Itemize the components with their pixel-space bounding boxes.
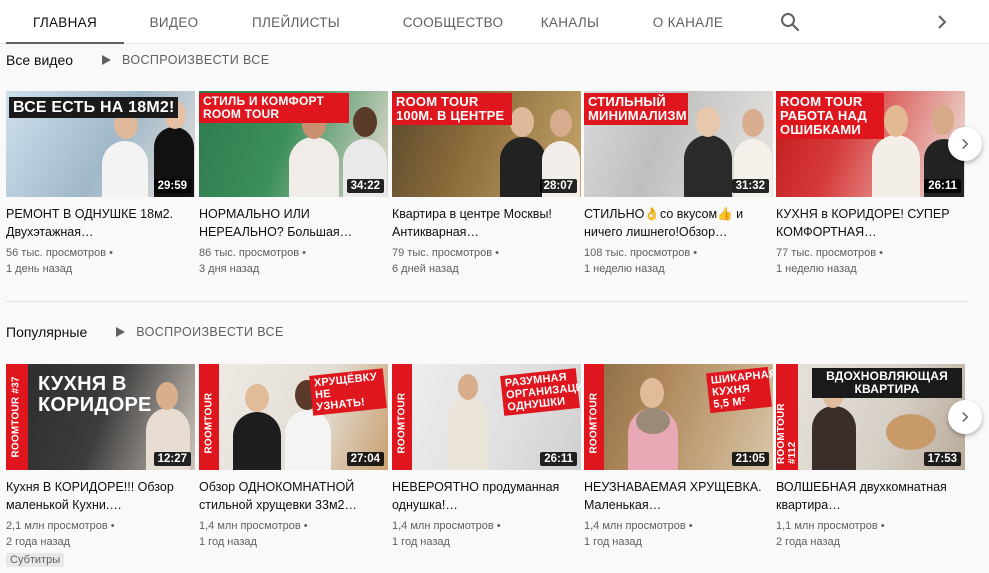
- video-views: 1,4 млн просмотров •: [584, 520, 693, 532]
- video-card[interactable]: ROOMTOUR #112 ВДОХНОВЛЯЮЩАЯ КВАРТИРА 17:…: [776, 364, 965, 550]
- section-header-all-videos: Все видео ВОСПРОИЗВЕСТИ ВСЕ: [6, 48, 269, 72]
- video-views: 86 тыс. просмотров •: [199, 247, 307, 259]
- chevron-right-icon: [962, 411, 969, 423]
- video-title[interactable]: НОРМАЛЬНО ИЛИ НЕРЕАЛЬНО? Большая…: [199, 205, 388, 241]
- video-duration: 31:32: [731, 179, 769, 193]
- search-icon[interactable]: [778, 10, 802, 34]
- video-card[interactable]: ВСЕ ЕСТЬ НА 18м2! 29:59 РЕМОНТ В ОДНУШКЕ…: [6, 91, 195, 277]
- section-divider: [6, 301, 969, 302]
- video-title[interactable]: НЕВЕРОЯТНО продуманная однушка!…: [392, 478, 581, 514]
- thumbnail-side-text: ROOMTOUR: [396, 392, 408, 454]
- video-card[interactable]: ROOM TOUR РАБОТА НАД ОШИБКАМИ 26:11 КУХН…: [776, 91, 965, 277]
- video-thumbnail[interactable]: СТИЛЬНЫЙ МИНИМАЛИЗМ 31:32: [584, 91, 773, 197]
- video-thumbnail[interactable]: ROOM TOUR 100м. В ЦЕНТРЕ 28:07: [392, 91, 581, 197]
- channel-tabs: Главная Видео Плейлисты Сообщество Канал…: [0, 0, 989, 44]
- video-views: 79 тыс. просмотров •: [392, 247, 500, 259]
- video-card[interactable]: СТИЛЬНЫЙ МИНИМАЛИЗМ 31:32 СТИЛЬНО👌со вку…: [584, 91, 773, 277]
- play-icon: [102, 55, 112, 65]
- video-thumbnail[interactable]: СТИЛЬ И КОМФОРТ ROOM TOUR 34:22: [199, 91, 388, 197]
- thumbnail-text: ROOM TOUR РАБОТА НАД ОШИБКАМИ: [776, 93, 884, 139]
- thumbnail-side-text: ROOMTOUR #37: [10, 376, 22, 458]
- video-views: 1,4 млн просмотров •: [199, 520, 308, 532]
- tab-home[interactable]: Главная: [6, 0, 124, 44]
- video-age: 2 года назад: [776, 536, 841, 548]
- video-duration: 21:05: [731, 452, 769, 466]
- carousel-next-button[interactable]: [948, 127, 982, 161]
- video-duration: 17:53: [923, 452, 961, 466]
- video-duration: 34:22: [346, 179, 384, 193]
- video-title[interactable]: СТИЛЬНО👌со вкусом👍 и ничего лишнего!Обзо…: [584, 205, 773, 241]
- play-all-button[interactable]: ВОСПРОИЗВЕСТИ ВСЕ: [113, 325, 283, 339]
- video-title[interactable]: Кухня В КОРИДОРЕ!!! Обзор маленькой Кухн…: [6, 478, 195, 514]
- subtitles-badge: Субтитры: [6, 553, 65, 567]
- thumbnail-text: ВДОХНОВЛЯЮЩАЯ КВАРТИРА: [812, 368, 962, 398]
- video-thumbnail[interactable]: ROOMTOUR ХРУЩЁВКУ НЕ УЗНАТЬ! 27:04: [199, 364, 388, 470]
- video-age: 1 год назад: [584, 536, 642, 548]
- thumbnail-text: ШИКАРНАЯ КУХНЯ 5,5 м²: [706, 366, 773, 414]
- video-views: 108 тыс. просмотров •: [584, 247, 698, 259]
- video-card[interactable]: ROOMTOUR ХРУЩЁВКУ НЕ УЗНАТЬ! 27:04 Обзор…: [199, 364, 388, 550]
- video-age: 1 год назад: [199, 536, 257, 548]
- video-card[interactable]: ROOM TOUR 100м. В ЦЕНТРЕ 28:07 Квартира …: [392, 91, 581, 277]
- play-icon: [116, 327, 126, 337]
- section-title: Популярные: [6, 324, 88, 340]
- video-duration: 29:59: [153, 179, 191, 193]
- section-header-popular: Популярные ВОСПРОИЗВЕСТИ ВСЕ: [6, 320, 284, 344]
- video-duration: 26:11: [540, 452, 577, 466]
- thumbnail-text: ROOM TOUR 100м. В ЦЕНТРЕ: [392, 93, 512, 125]
- video-thumbnail[interactable]: ROOMTOUR #37 КУХНЯ В КОРИДОРЕ 12:27: [6, 364, 195, 470]
- thumbnail-side-text: ROOMTOUR #112: [776, 403, 798, 464]
- video-thumbnail[interactable]: ROOM TOUR РАБОТА НАД ОШИБКАМИ 26:11: [776, 91, 965, 197]
- chevron-right-icon[interactable]: [930, 10, 954, 34]
- video-duration: 27:04: [346, 452, 384, 466]
- video-card[interactable]: СТИЛЬ И КОМФОРТ ROOM TOUR 34:22 НОРМАЛЬН…: [199, 91, 388, 277]
- video-age: 2 года назад: [6, 536, 71, 548]
- video-thumbnail[interactable]: ROOMTOUR #112 ВДОХНОВЛЯЮЩАЯ КВАРТИРА 17:…: [776, 364, 965, 470]
- video-views: 56 тыс. просмотров •: [6, 247, 114, 259]
- video-duration: 12:27: [153, 452, 191, 466]
- tab-community[interactable]: Сообщество: [372, 0, 534, 44]
- video-title[interactable]: ВОЛШЕБНАЯ двухкомнатная квартира…: [776, 478, 965, 514]
- video-views: 2,1 млн просмотров •: [6, 520, 115, 532]
- thumbnail-side-text: ROOMTOUR: [588, 392, 600, 454]
- chevron-right-icon: [962, 138, 969, 150]
- video-age: 1 неделю назад: [584, 263, 665, 275]
- tab-about[interactable]: О канале: [640, 0, 736, 44]
- section-title: Все видео: [6, 52, 74, 68]
- thumbnail-text: РАЗУМНАЯ ОРГАНИЗАЦИЯ ОДНУШКИ: [500, 368, 581, 416]
- carousel-next-button[interactable]: [948, 400, 982, 434]
- thumbnail-text: КУХНЯ В КОРИДОРЕ: [38, 373, 152, 416]
- tab-videos[interactable]: Видео: [130, 0, 218, 44]
- play-all-button[interactable]: ВОСПРОИЗВЕСТИ ВСЕ: [99, 53, 269, 67]
- video-title[interactable]: РЕМОНТ В ОДНУШКЕ 18м2. Двухэтажная…: [6, 205, 195, 241]
- video-views: 77 тыс. просмотров •: [776, 247, 884, 259]
- video-card[interactable]: ROOMTOUR #37 КУХНЯ В КОРИДОРЕ 12:27 Кухн…: [6, 364, 195, 568]
- video-age: 1 день назад: [6, 263, 73, 275]
- video-thumbnail[interactable]: ВСЕ ЕСТЬ НА 18м2! 29:59: [6, 91, 195, 197]
- video-thumbnail[interactable]: ROOMTOUR ШИКАРНАЯ КУХНЯ 5,5 м² 21:05: [584, 364, 773, 470]
- video-title[interactable]: Квартира в центре Москвы! Антикварная…: [392, 205, 581, 241]
- video-thumbnail[interactable]: ROOMTOUR РАЗУМНАЯ ОРГАНИЗАЦИЯ ОДНУШКИ 26…: [392, 364, 581, 470]
- video-age: 3 дня назад: [199, 263, 260, 275]
- video-title[interactable]: КУХНЯ в КОРИДОРЕ! СУПЕР КОМФОРТНАЯ…: [776, 205, 965, 241]
- video-views: 1,4 млн просмотров •: [392, 520, 501, 532]
- video-card[interactable]: ROOMTOUR ШИКАРНАЯ КУХНЯ 5,5 м² 21:05 НЕУ…: [584, 364, 773, 550]
- video-age: 1 неделю назад: [776, 263, 857, 275]
- tab-playlists[interactable]: Плейлисты: [228, 0, 364, 44]
- thumbnail-side-text: ROOMTOUR: [203, 392, 215, 454]
- tab-channels[interactable]: Каналы: [528, 0, 612, 44]
- video-age: 6 дней назад: [392, 263, 459, 275]
- video-title[interactable]: НЕУЗНАВАЕМАЯ ХРУЩЕВКА. Маленькая…: [584, 478, 773, 514]
- video-views: 1,1 млн просмотров •: [776, 520, 885, 532]
- video-age: 1 год назад: [392, 536, 450, 548]
- video-title[interactable]: Обзор ОДНОКОМНАТНОЙ стильной хрущевки 33…: [199, 478, 388, 514]
- thumbnail-text: ВСЕ ЕСТЬ НА 18м2!: [9, 97, 179, 118]
- video-duration: 26:11: [924, 179, 961, 193]
- video-card[interactable]: ROOMTOUR РАЗУМНАЯ ОРГАНИЗАЦИЯ ОДНУШКИ 26…: [392, 364, 581, 550]
- video-duration: 28:07: [539, 179, 577, 193]
- thumbnail-text: ХРУЩЁВКУ НЕ УЗНАТЬ!: [309, 368, 387, 416]
- thumbnail-text: СТИЛЬНЫЙ МИНИМАЛИЗМ: [584, 93, 688, 125]
- thumbnail-text: СТИЛЬ И КОМФОРТ ROOM TOUR: [199, 93, 349, 123]
